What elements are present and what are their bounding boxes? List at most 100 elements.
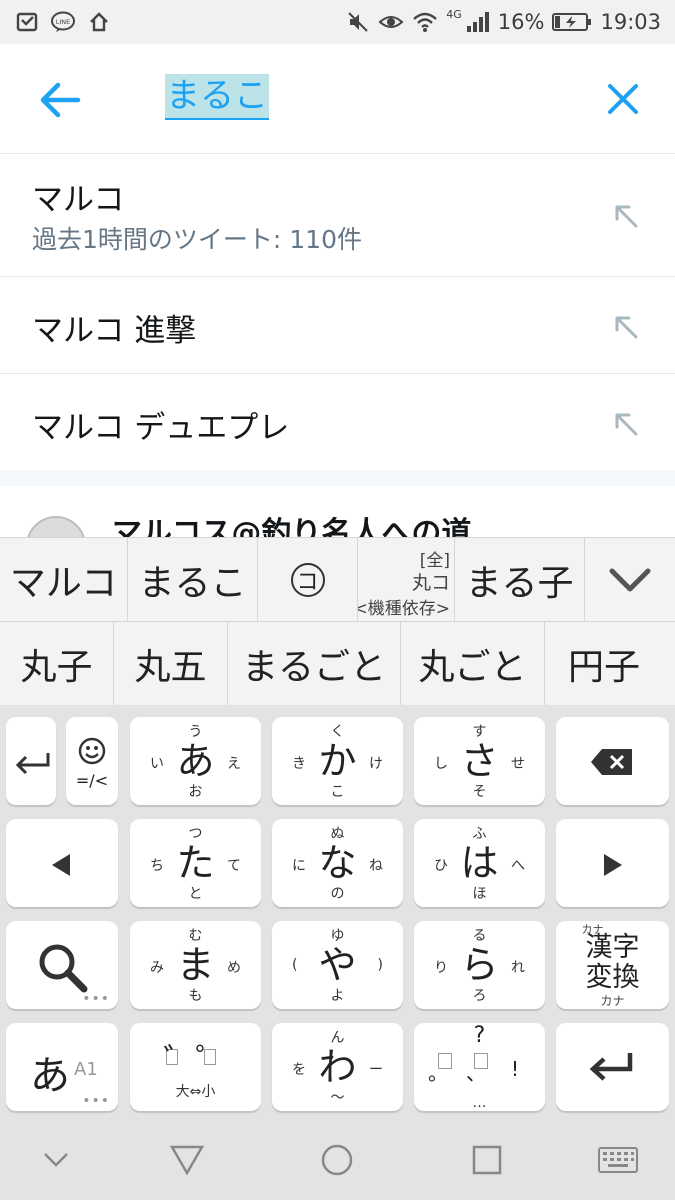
user-name: マルコス@釣り名人への道 bbox=[112, 516, 472, 538]
mute-icon bbox=[348, 12, 368, 32]
emoticon-label: =/< bbox=[75, 771, 109, 790]
home-icon bbox=[86, 9, 112, 35]
expand-candidates-button[interactable] bbox=[585, 538, 675, 621]
search-input[interactable]: まるこ bbox=[165, 74, 269, 120]
back-arrow-icon bbox=[40, 82, 81, 118]
placeholder-box bbox=[204, 1049, 216, 1065]
suggestion-subtitle: 過去1時間のツイート: 110件 bbox=[32, 225, 362, 254]
flick-down: よ bbox=[330, 988, 345, 1004]
key-ya[interactable]: ゆ ( や ) よ bbox=[272, 921, 403, 1009]
battery-charging-icon bbox=[552, 13, 592, 31]
key-sa[interactable]: す し さ せ そ bbox=[414, 717, 545, 805]
key-a[interactable]: う い あ え お bbox=[130, 717, 261, 805]
flick-right: え bbox=[227, 756, 241, 772]
hide-keyboard-button[interactable] bbox=[36, 1140, 76, 1180]
flick-down: ろ bbox=[472, 988, 487, 1004]
circle-home-icon bbox=[321, 1144, 353, 1176]
flick-right: れ bbox=[511, 960, 525, 976]
user-result[interactable]: マルコス@釣り名人への道 bbox=[0, 486, 675, 538]
svg-text:LINE: LINE bbox=[56, 18, 71, 26]
candidate-word[interactable]: まるこ bbox=[128, 538, 258, 621]
battery-percent: 16% bbox=[497, 10, 545, 34]
placeholder-box bbox=[438, 1053, 452, 1069]
wifi-icon bbox=[413, 12, 438, 32]
backspace-icon bbox=[591, 749, 632, 775]
key-ma[interactable]: む み ま め も bbox=[130, 921, 261, 1009]
candidate-word[interactable]: まるごと bbox=[228, 622, 401, 705]
key-ka[interactable]: く き か け こ bbox=[272, 717, 403, 805]
undo-key[interactable] bbox=[6, 717, 56, 805]
key-main-char: か bbox=[318, 739, 357, 783]
suggestion-title: マルコ 進撃 bbox=[32, 313, 197, 349]
candidate-word[interactable]: 円子 bbox=[545, 622, 663, 705]
section-divider bbox=[0, 470, 675, 486]
emoji-key[interactable]: =/< bbox=[66, 717, 118, 805]
candidate-word[interactable]: 丸ごと bbox=[401, 622, 545, 705]
recents-nav-button[interactable] bbox=[467, 1140, 507, 1180]
candidate-circled-ko[interactable]: コ bbox=[258, 538, 358, 621]
suggestion-item[interactable]: マルコ 過去1時間のツイート: 110件 bbox=[0, 154, 675, 277]
flick-up: ゆ bbox=[330, 928, 345, 944]
fill-query-arrow-icon[interactable] bbox=[610, 408, 640, 438]
cursor-left-key[interactable] bbox=[6, 819, 118, 907]
status-right: 4G 16% 19:03 bbox=[346, 0, 661, 44]
square-recents-icon bbox=[472, 1145, 502, 1175]
triangle-left-icon bbox=[52, 854, 70, 876]
dakuten-key[interactable]: ゛゜ 大⇔小 bbox=[130, 1023, 261, 1111]
key-wa[interactable]: ん を わ ー 〜 bbox=[272, 1023, 403, 1111]
flick-down: ほ bbox=[472, 886, 487, 902]
eye-icon bbox=[378, 16, 404, 28]
cursor-right-key[interactable] bbox=[556, 819, 669, 907]
fill-query-arrow-icon[interactable] bbox=[610, 311, 640, 341]
chevron-down-icon bbox=[44, 1153, 68, 1167]
flick-up: む bbox=[188, 928, 203, 944]
avatar bbox=[26, 516, 86, 538]
input-mode-key[interactable]: あ A1 ••• bbox=[6, 1023, 118, 1111]
candidate-machine-dependent[interactable]: [全] 丸コ <機種依存> bbox=[358, 538, 455, 621]
flick-up: る bbox=[472, 928, 487, 944]
candidate-word[interactable]: まる子 bbox=[455, 538, 585, 621]
candidate-note: <機種依存> bbox=[358, 599, 450, 619]
key-main-char: わ bbox=[318, 1045, 357, 1089]
candidate-word[interactable]: 丸子 bbox=[0, 622, 114, 705]
suggestion-item[interactable]: マルコ デュエプレ bbox=[0, 374, 675, 470]
key-ta[interactable]: つ ち た て と bbox=[130, 819, 261, 907]
flick-keyboard: =/< う い あ え お く き か け こ す し さ せ そ つ ち た … bbox=[0, 705, 675, 1118]
candidate-value: 丸コ bbox=[411, 572, 450, 594]
circled-char: コ bbox=[290, 562, 325, 597]
clear-search-button[interactable] bbox=[600, 76, 646, 122]
punctuation-key[interactable]: ? 。 、 ! … bbox=[414, 1023, 545, 1111]
triangle-back-icon bbox=[170, 1145, 204, 1175]
dakuten-label: ゛゜ bbox=[163, 1041, 228, 1079]
smiley-icon bbox=[78, 737, 106, 765]
key-ha[interactable]: ふ ひ は へ ほ bbox=[414, 819, 545, 907]
key-na[interactable]: ぬ に な ね の bbox=[272, 819, 403, 907]
flick-right: ) bbox=[377, 957, 383, 973]
flick-right: ね bbox=[369, 858, 383, 874]
kanji-convert-key[interactable]: カナ 漢字 変換 カナ bbox=[556, 921, 669, 1009]
network-type: 4G bbox=[446, 8, 462, 21]
keyboard-switch-button[interactable] bbox=[598, 1140, 638, 1180]
key-ra[interactable]: る り ら れ ろ bbox=[414, 921, 545, 1009]
back-nav-button[interactable] bbox=[167, 1140, 207, 1180]
enter-key[interactable] bbox=[556, 1023, 669, 1111]
suggestion-item[interactable]: マルコ 進撃 bbox=[0, 277, 675, 374]
candidate-word[interactable]: マルコ bbox=[0, 538, 128, 621]
suggestion-title: マルコ デュエプレ bbox=[32, 410, 290, 446]
fill-query-arrow-icon[interactable] bbox=[610, 200, 640, 230]
candidate-word[interactable]: 丸五 bbox=[114, 622, 228, 705]
search-key[interactable]: ••• bbox=[6, 921, 118, 1009]
flick-down: 〜 bbox=[330, 1090, 345, 1106]
candidate-bar-row-1: マルコ まるこ コ [全] 丸コ <機種依存> まる子 bbox=[0, 537, 675, 621]
backspace-key[interactable] bbox=[556, 717, 669, 805]
flick-up: う bbox=[188, 724, 203, 740]
suggestion-list: マルコ 過去1時間のツイート: 110件 マルコ 進撃 マルコ デュエプレ bbox=[0, 154, 675, 470]
enter-icon bbox=[589, 1053, 633, 1081]
triangle-right-icon bbox=[604, 854, 622, 876]
flick-up: つ bbox=[188, 826, 203, 842]
flick-right: ー bbox=[369, 1062, 383, 1078]
placeholder-box bbox=[474, 1053, 488, 1069]
home-nav-button[interactable] bbox=[317, 1140, 357, 1180]
back-button[interactable] bbox=[36, 76, 84, 124]
key-main-char: は bbox=[460, 841, 499, 885]
